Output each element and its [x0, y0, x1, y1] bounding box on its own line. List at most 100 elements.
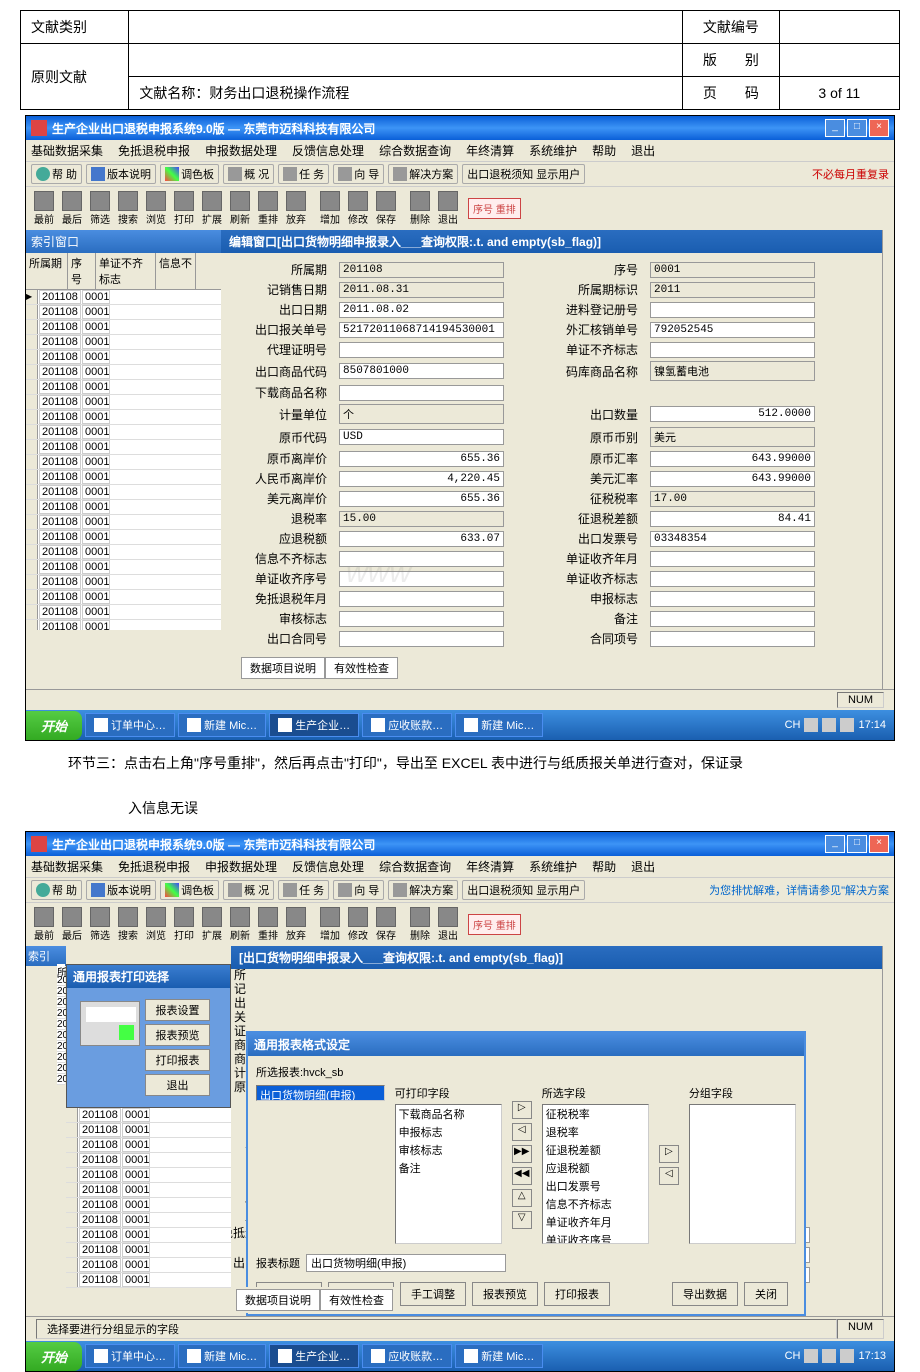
index-row[interactable]: 2011080001: [26, 545, 221, 560]
list-item[interactable]: 出口发票号: [543, 1177, 648, 1195]
tray-icon[interactable]: [804, 718, 818, 732]
dialog-button-打印报表[interactable]: 打印报表: [544, 1282, 610, 1306]
menu-item[interactable]: 基础数据采集: [31, 142, 103, 159]
index-row[interactable]: 2011080001: [26, 410, 221, 425]
index-row[interactable]: 2011080001: [26, 365, 221, 380]
menu-item[interactable]: 系统维护: [529, 142, 577, 159]
menu-item[interactable]: 年终清算: [466, 142, 514, 159]
index-row[interactable]: 2011080001: [26, 290, 221, 305]
help-button[interactable]: 帮 助: [31, 164, 82, 184]
menu-item[interactable]: 反馈信息处理: [292, 142, 364, 159]
report-preview-button[interactable]: 报表预览: [145, 1024, 210, 1046]
maximize-button[interactable]: □: [847, 119, 867, 137]
scrollbar[interactable]: [882, 946, 894, 1316]
form-field[interactable]: 52172011068714194530001: [339, 322, 504, 338]
index-row[interactable]: 2011080001: [66, 1198, 231, 1213]
list-item[interactable]: 征税税率: [543, 1105, 648, 1123]
menu-item[interactable]: 基础数据采集: [31, 858, 103, 875]
toolbar-退出[interactable]: 退出: [435, 190, 461, 227]
index-row[interactable]: 2011080001: [66, 1243, 231, 1258]
menu-item[interactable]: 年终清算: [466, 858, 514, 875]
print-report-button[interactable]: 打印报表: [145, 1049, 210, 1071]
tray-icon[interactable]: [840, 1349, 854, 1363]
index-row[interactable]: 2011080001: [26, 395, 221, 410]
index-row[interactable]: 2011080001: [26, 605, 221, 620]
toolbar-修改[interactable]: 修改: [345, 906, 371, 943]
list-item[interactable]: 审核标志: [396, 1141, 501, 1159]
task-button[interactable]: 任 务: [278, 880, 329, 900]
toolbar-筛选[interactable]: 筛选: [87, 190, 113, 227]
index-row[interactable]: 2011080001: [26, 620, 221, 630]
table-list[interactable]: 出口货物明细(申报): [256, 1085, 385, 1101]
index-rows[interactable]: 2011080001201108000120110800012011080001…: [26, 290, 221, 630]
taskbar-item[interactable]: 新建 Mic…: [178, 713, 266, 737]
toolbar-增加[interactable]: 增加: [317, 190, 343, 227]
form-field[interactable]: USD: [339, 429, 504, 445]
toolbar-搜索[interactable]: 搜索: [115, 906, 141, 943]
form-field[interactable]: 03348354: [650, 531, 815, 547]
printable-list[interactable]: 下载商品名称申报标志审核标志备注: [395, 1104, 502, 1244]
index-row[interactable]: 2011080001: [26, 305, 221, 320]
menu-item[interactable]: 综合数据查询: [379, 142, 451, 159]
toolbar-最后[interactable]: 最后: [59, 190, 85, 227]
toolbar-重排[interactable]: 重排: [255, 190, 281, 227]
index-row[interactable]: 2011080001: [26, 515, 221, 530]
taskbar-item[interactable]: 新建 Mic…: [178, 1344, 266, 1368]
toolbar-重排[interactable]: 重排: [255, 906, 281, 943]
form-field[interactable]: 633.07: [339, 531, 504, 547]
menu-item[interactable]: 免抵退税申报: [118, 858, 190, 875]
index-row[interactable]: 2011080001: [66, 1138, 231, 1153]
index-row[interactable]: 2011080001: [26, 500, 221, 515]
toolbar-最前[interactable]: 最前: [31, 906, 57, 943]
palette-button[interactable]: 调色板: [160, 164, 219, 184]
list-item[interactable]: 单证收齐年月: [543, 1213, 648, 1231]
form-field[interactable]: 8507801000: [339, 363, 504, 379]
overview-button[interactable]: 概 况: [223, 164, 274, 184]
index-row[interactable]: 2011080001: [26, 320, 221, 335]
menu-item[interactable]: 退出: [631, 858, 655, 875]
list-item[interactable]: 备注: [396, 1159, 501, 1177]
list-item[interactable]: 征退税差额: [543, 1141, 648, 1159]
toolbar-保存[interactable]: 保存: [373, 906, 399, 943]
form-field[interactable]: [650, 551, 815, 567]
index-row[interactable]: 2011080001: [66, 1228, 231, 1243]
index-row[interactable]: 2011080001: [26, 455, 221, 470]
move-left-button[interactable]: ◁: [512, 1123, 532, 1141]
start-button[interactable]: 开始: [26, 711, 82, 740]
taskbar-item[interactable]: 生产企业…: [269, 1344, 359, 1368]
toolbar-最后[interactable]: 最后: [59, 906, 85, 943]
menu-item[interactable]: 申报数据处理: [205, 142, 277, 159]
list-item[interactable]: 下载商品名称: [396, 1105, 501, 1123]
toolbar-增加[interactable]: 增加: [317, 906, 343, 943]
taskbar-item[interactable]: 订单中心…: [85, 1344, 175, 1368]
form-field[interactable]: [650, 342, 815, 358]
index-row[interactable]: 2011080001: [26, 575, 221, 590]
form-field[interactable]: [650, 571, 815, 587]
tray-icon[interactable]: [840, 718, 854, 732]
index-row[interactable]: 2011080001: [26, 335, 221, 350]
start-button[interactable]: 开始: [26, 1342, 82, 1371]
banner-button[interactable]: 出口退税须知 显示用户: [462, 164, 585, 184]
group-list[interactable]: [689, 1104, 796, 1244]
menu-item[interactable]: 帮助: [592, 142, 616, 159]
taskbar-item[interactable]: 生产企业…: [269, 713, 359, 737]
menu-item[interactable]: 反馈信息处理: [292, 858, 364, 875]
form-field[interactable]: 2011.08.02: [339, 302, 504, 318]
move-down-button[interactable]: ▽: [512, 1211, 532, 1229]
toolbar-扩展[interactable]: 扩展: [199, 906, 225, 943]
tab-validity[interactable]: 有效性检查: [320, 1289, 393, 1311]
form-field[interactable]: 655.36: [339, 451, 504, 467]
form-field[interactable]: 643.99000: [650, 451, 815, 467]
index-row[interactable]: 2011080001: [66, 1213, 231, 1228]
toolbar-刷新[interactable]: 刷新: [227, 190, 253, 227]
overview-button[interactable]: 概 况: [223, 880, 274, 900]
form-field[interactable]: [339, 611, 504, 627]
tab-validity[interactable]: 有效性检查: [325, 657, 398, 679]
index-row[interactable]: 2011080001: [66, 1183, 231, 1198]
toolbar-最前[interactable]: 最前: [31, 190, 57, 227]
scrollbar[interactable]: [882, 230, 894, 689]
dialog-button-报表预览[interactable]: 报表预览: [472, 1282, 538, 1306]
dialog-button-关闭[interactable]: 关闭: [744, 1282, 788, 1306]
lang-indicator[interactable]: CH: [785, 719, 801, 731]
index-row[interactable]: 2011080001: [66, 1108, 231, 1123]
